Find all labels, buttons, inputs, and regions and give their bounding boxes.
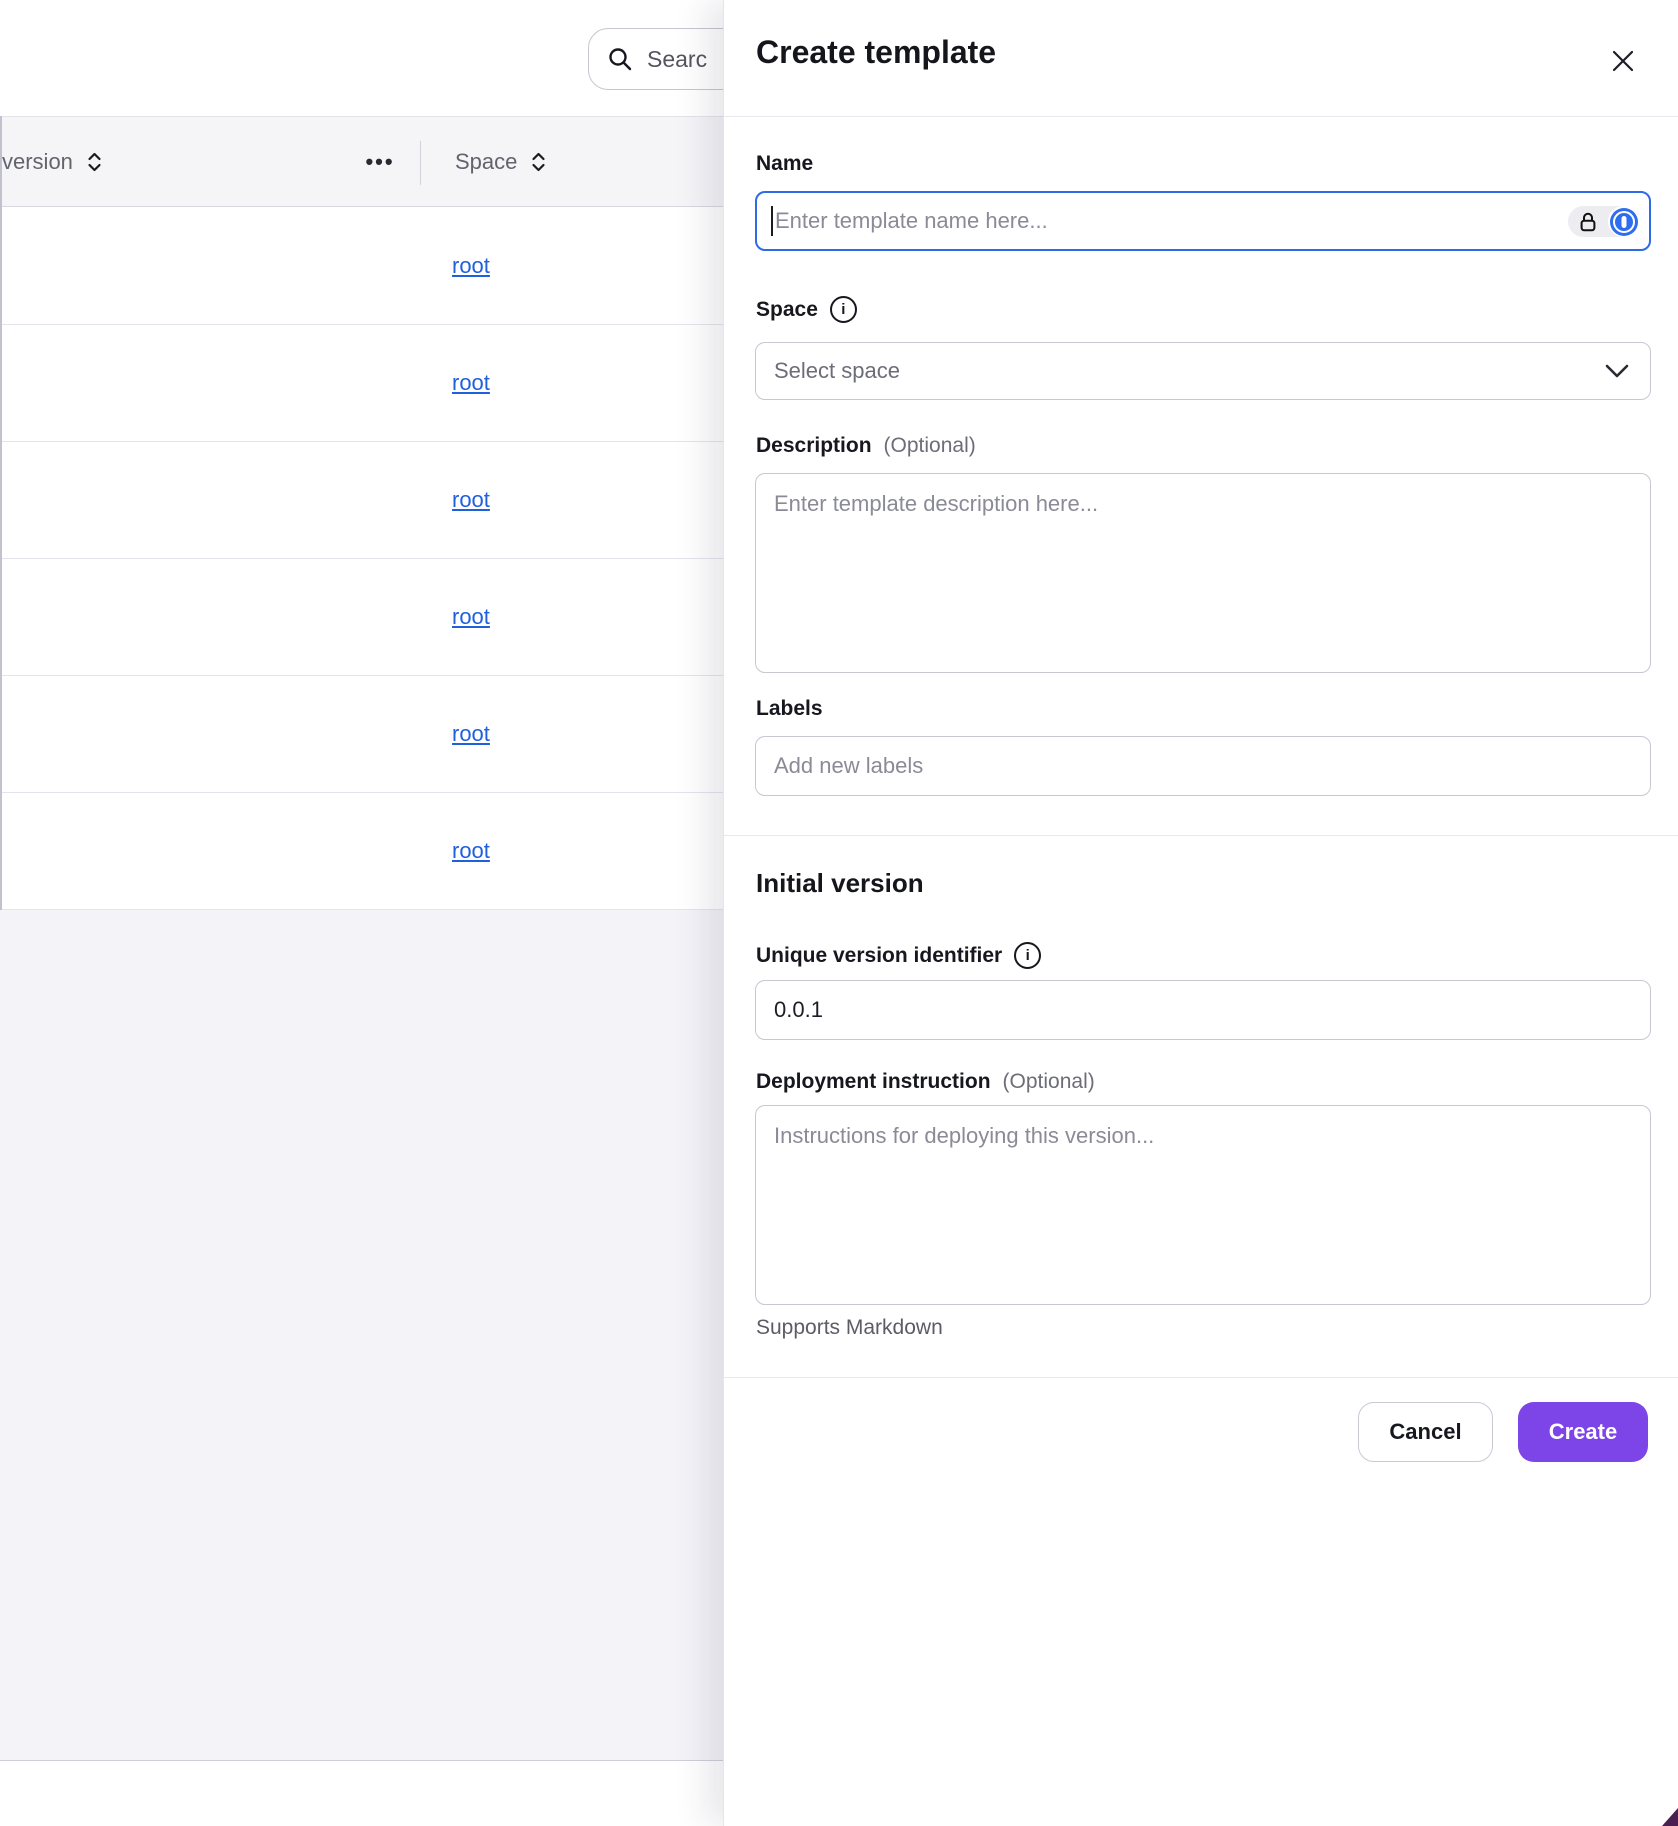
space-select[interactable]: Select space	[755, 342, 1651, 400]
chevron-down-icon	[1604, 363, 1630, 379]
close-icon	[1610, 48, 1636, 74]
version-identifier-label: Unique version identifier i	[756, 942, 1041, 969]
table-row: root	[0, 559, 723, 676]
space-label: Space i	[756, 296, 857, 323]
page-background	[0, 910, 723, 1760]
deployment-optional-text: (Optional)	[1003, 1070, 1095, 1094]
onepassword-icon	[1608, 206, 1639, 237]
deployment-label-text: Deployment instruction	[756, 1070, 991, 1094]
space-link[interactable]: root	[452, 253, 490, 279]
description-optional-text: (Optional)	[884, 434, 976, 458]
name-label: Name	[756, 152, 813, 176]
create-template-drawer: Create template Name	[723, 0, 1678, 1826]
space-label-text: Space	[756, 298, 818, 322]
create-button[interactable]: Create	[1518, 1402, 1648, 1462]
lock-icon	[1577, 211, 1599, 233]
column-menu-icon[interactable]: •••	[358, 117, 402, 206]
column-header-space[interactable]: Space	[455, 117, 546, 206]
space-link[interactable]: root	[452, 721, 490, 747]
space-link[interactable]: root	[452, 370, 490, 396]
table-row: root	[0, 208, 723, 325]
sort-icon[interactable]	[87, 151, 102, 173]
table-row: root	[0, 442, 723, 559]
table-row: root	[0, 793, 723, 910]
deployment-instruction-textarea[interactable]	[755, 1105, 1651, 1305]
bottom-bar	[0, 1760, 723, 1826]
footer-buttons: Cancel Create	[1358, 1402, 1648, 1462]
labels-label: Labels	[756, 697, 823, 721]
version-identifier-label-text: Unique version identifier	[756, 944, 1002, 968]
table-row: root	[0, 676, 723, 793]
description-label-text: Description	[756, 434, 872, 458]
name-field-wrap	[755, 191, 1651, 251]
search-icon	[607, 46, 633, 72]
info-icon[interactable]: i	[1014, 942, 1041, 969]
version-identifier-input[interactable]	[755, 980, 1651, 1040]
footer-divider	[724, 1377, 1678, 1378]
description-textarea[interactable]	[755, 473, 1651, 673]
header-divider	[724, 116, 1678, 117]
text-caret	[771, 206, 773, 236]
screen: version ••• Space root root root root ro…	[0, 0, 1678, 1826]
space-link[interactable]: root	[452, 604, 490, 630]
space-link[interactable]: root	[452, 487, 490, 513]
table-body: root root root root root root	[0, 208, 723, 910]
labels-input[interactable]	[755, 736, 1651, 796]
cancel-button[interactable]: Cancel	[1358, 1402, 1493, 1462]
table-row: root	[0, 325, 723, 442]
column-header-space-label: Space	[455, 149, 517, 175]
sort-icon[interactable]	[531, 151, 546, 173]
corner-triangle	[1662, 1808, 1678, 1826]
markdown-note: Supports Markdown	[756, 1316, 943, 1340]
table-header: version ••• Space	[0, 116, 723, 207]
name-label-text: Name	[756, 152, 813, 176]
name-input[interactable]	[755, 191, 1651, 251]
column-header-version[interactable]: version	[2, 117, 102, 206]
close-button[interactable]	[1608, 46, 1638, 76]
header-divider	[420, 141, 421, 185]
section-divider	[724, 835, 1678, 836]
table-left-border	[0, 116, 2, 910]
description-label: Description (Optional)	[756, 434, 976, 458]
drawer-title: Create template	[756, 34, 996, 71]
labels-label-text: Labels	[756, 697, 823, 721]
onepassword-pill[interactable]	[1568, 206, 1639, 237]
column-header-version-label: version	[2, 149, 73, 175]
space-link[interactable]: root	[452, 838, 490, 864]
initial-version-heading: Initial version	[756, 868, 924, 899]
deployment-instruction-label: Deployment instruction (Optional)	[756, 1070, 1095, 1094]
info-icon[interactable]: i	[830, 296, 857, 323]
space-select-value: Select space	[774, 358, 900, 384]
